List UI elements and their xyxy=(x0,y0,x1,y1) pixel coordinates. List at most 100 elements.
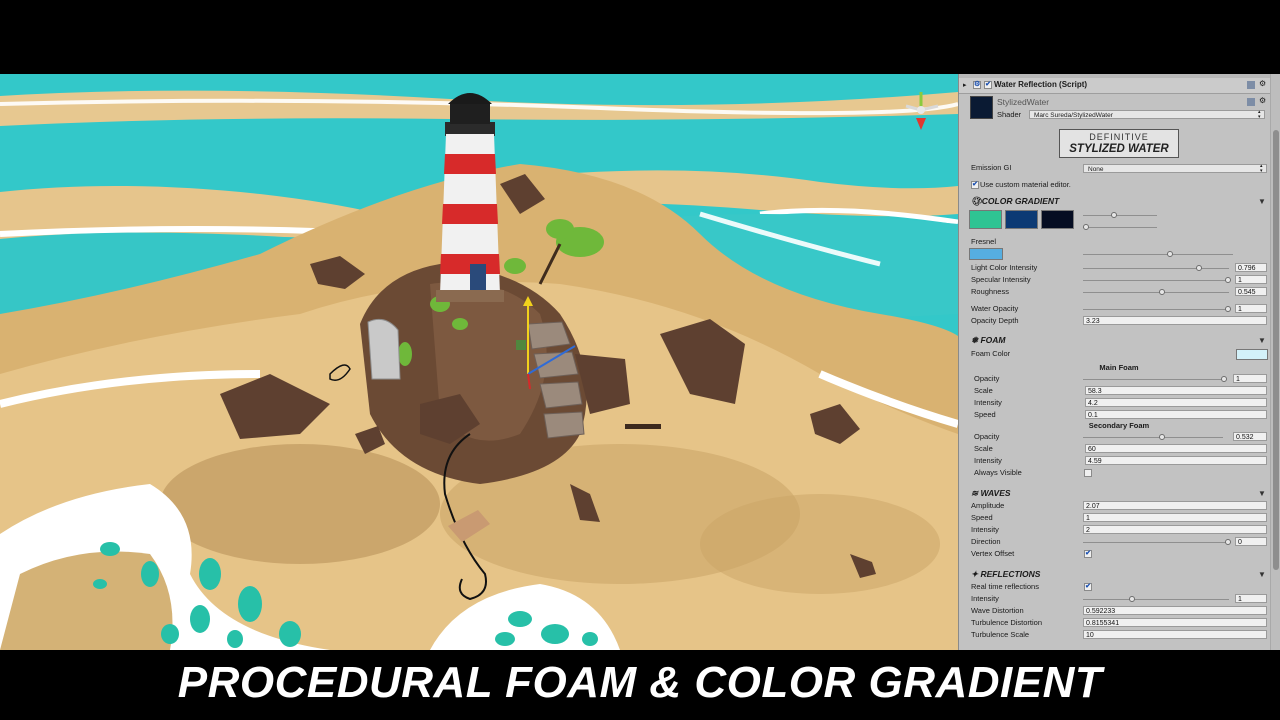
param-value-field[interactable]: 60 xyxy=(1085,444,1267,453)
material-help-icon[interactable] xyxy=(1247,98,1255,106)
color-gradient-header[interactable]: 🎨︎COLOR GRADIENT xyxy=(971,196,1059,207)
param-slider-knob[interactable] xyxy=(1225,538,1231,545)
param-value-field[interactable]: 1 xyxy=(1233,374,1267,383)
param-label: Direction xyxy=(971,537,1001,546)
emission-gi-dropdown[interactable]: None xyxy=(1083,164,1267,174)
param-label: Intensity xyxy=(971,594,999,603)
palette-icon: 🎨︎ xyxy=(971,196,982,206)
param-value-field[interactable]: 1 xyxy=(1083,513,1267,522)
param-label: Intensity xyxy=(974,398,1002,407)
gradient-slider-knob-2[interactable] xyxy=(1083,223,1089,230)
param-label: Real time reflections xyxy=(971,582,1039,591)
gradient-color-swatch[interactable] xyxy=(1041,210,1074,229)
foam-color-label: Foam Color xyxy=(971,349,1011,358)
param-checkbox[interactable]: ✔ xyxy=(1084,583,1092,591)
fresnel-label: Fresnel xyxy=(971,237,997,246)
param-label: Scale xyxy=(974,386,993,395)
param-value-field[interactable]: 0 xyxy=(1235,537,1267,546)
param-value-field[interactable]: 10 xyxy=(1083,630,1267,639)
reflections-header[interactable]: ✦ REFLECTIONS xyxy=(971,569,1040,580)
foam-collapse-icon[interactable]: ▼ xyxy=(1258,336,1266,345)
param-label: Intensity xyxy=(974,456,1002,465)
param-label: Opacity Depth xyxy=(971,316,1019,325)
param-value-field[interactable]: 2 xyxy=(1083,525,1267,534)
video-caption: PROCEDURAL FOAM & COLOR GRADIENT xyxy=(177,658,1103,707)
param-label: Always Visible xyxy=(974,468,1022,477)
param-slider-knob[interactable] xyxy=(1225,276,1231,283)
scrollbar-thumb[interactable] xyxy=(1273,130,1279,570)
shader-dropdown[interactable]: Marc Sureda/StylizedWater xyxy=(1029,110,1265,120)
script-icon: ⚙ xyxy=(973,81,981,89)
param-label: Opacity xyxy=(974,374,1000,383)
param-slider-knob[interactable] xyxy=(1221,375,1227,382)
gradient-color-swatch[interactable] xyxy=(969,210,1002,229)
emission-gi-label: Emission GI xyxy=(971,163,1012,172)
foam-color-swatch[interactable] xyxy=(1236,349,1268,360)
param-value-field[interactable]: 0.592233 xyxy=(1083,606,1267,615)
param-value-field[interactable]: 58.3 xyxy=(1085,386,1267,395)
definitive-stylized-water-logo: DEFINITIVE STYLIZED WATER xyxy=(1059,129,1179,158)
param-value-field[interactable]: 4.2 xyxy=(1085,398,1267,407)
param-value-field[interactable]: 2.07 xyxy=(1083,501,1267,510)
param-value-field[interactable]: 1 xyxy=(1235,304,1267,313)
bottom-letterbox: PROCEDURAL FOAM & COLOR GRADIENT xyxy=(0,650,1280,720)
inspector-scrollbar[interactable] xyxy=(1270,74,1280,650)
param-label: Speed xyxy=(974,410,996,419)
gradient-color-swatch[interactable] xyxy=(1005,210,1038,229)
param-value-field[interactable]: 0.8155341 xyxy=(1083,618,1267,627)
param-label: Speed xyxy=(971,513,993,522)
material-settings-icon[interactable]: ⚙ xyxy=(1259,96,1266,105)
param-label: Opacity xyxy=(974,432,1000,441)
param-checkbox[interactable] xyxy=(1084,469,1092,477)
top-letterbox xyxy=(0,0,1280,74)
param-slider-knob[interactable] xyxy=(1159,288,1165,295)
scene-render xyxy=(0,74,958,650)
param-label: Light Color Intensity xyxy=(971,263,1038,272)
param-label: Intensity xyxy=(971,525,999,534)
settings-gear-icon[interactable]: ⚙ xyxy=(1259,79,1266,88)
reflections-collapse-icon[interactable]: ▼ xyxy=(1258,570,1266,579)
collapse-triangle-icon[interactable]: ▼ xyxy=(1258,197,1266,206)
scene-orientation-gizmo-icon[interactable] xyxy=(902,88,940,132)
param-value-field[interactable]: 0.796 xyxy=(1235,263,1267,272)
material-preview-thumbnail[interactable] xyxy=(970,96,993,119)
param-label: Specular Intensity xyxy=(971,275,1031,284)
component-enabled-checkbox[interactable]: ✔ xyxy=(984,81,992,89)
param-slider-knob[interactable] xyxy=(1129,595,1135,602)
param-slider-knob[interactable] xyxy=(1159,433,1165,440)
foldout-arrow-icon[interactable]: ▸ xyxy=(963,81,967,89)
component-header[interactable]: ▸ ⚙ ✔ Water Reflection (Script) ⚙ xyxy=(959,78,1271,94)
param-label: Wave Distortion xyxy=(971,606,1024,615)
shader-label: Shader xyxy=(997,110,1022,119)
custom-editor-checkbox[interactable]: ✔ xyxy=(971,181,979,189)
foam-header[interactable]: ❅ FOAM xyxy=(971,335,1006,346)
param-label: Vertex Offset xyxy=(971,549,1015,558)
material-name: StylizedWater xyxy=(997,97,1050,107)
component-title: Water Reflection (Script) xyxy=(994,80,1088,89)
help-icon[interactable] xyxy=(1247,81,1255,89)
param-label: Turbulence Scale xyxy=(971,630,1030,639)
param-checkbox[interactable]: ✔ xyxy=(1084,550,1092,558)
param-value-field[interactable]: 1 xyxy=(1235,594,1267,603)
param-value-field[interactable]: 3.23 xyxy=(1083,316,1267,325)
secondary-foam-title: Secondary Foam xyxy=(1088,421,1150,430)
param-value-field[interactable]: 0.545 xyxy=(1235,287,1267,296)
custom-editor-label: Use custom material editor. xyxy=(980,180,1071,189)
fresnel-slider-knob[interactable] xyxy=(1167,250,1173,257)
param-label: Amplitude xyxy=(971,501,1005,510)
waves-collapse-icon[interactable]: ▼ xyxy=(1258,489,1266,498)
param-value-field[interactable]: 0.532 xyxy=(1233,432,1267,441)
fresnel-color-swatch[interactable] xyxy=(969,248,1003,260)
param-value-field[interactable]: 0.1 xyxy=(1085,410,1267,419)
main-foam-title: Main Foam xyxy=(1099,363,1139,372)
waves-header[interactable]: ≋ WAVES xyxy=(971,488,1011,499)
gradient-slider-knob[interactable] xyxy=(1111,211,1117,218)
param-value-field[interactable]: 1 xyxy=(1235,275,1267,284)
param-label: Scale xyxy=(974,444,993,453)
param-slider-knob[interactable] xyxy=(1196,264,1202,271)
param-label: Water Opacity xyxy=(971,304,1019,313)
param-slider-knob[interactable] xyxy=(1225,305,1231,312)
inspector-panel: ▸ ⚙ ✔ Water Reflection (Script) ⚙ Styliz… xyxy=(958,74,1280,650)
param-value-field[interactable]: 4.59 xyxy=(1085,456,1267,465)
scene-viewport[interactable] xyxy=(0,74,958,650)
